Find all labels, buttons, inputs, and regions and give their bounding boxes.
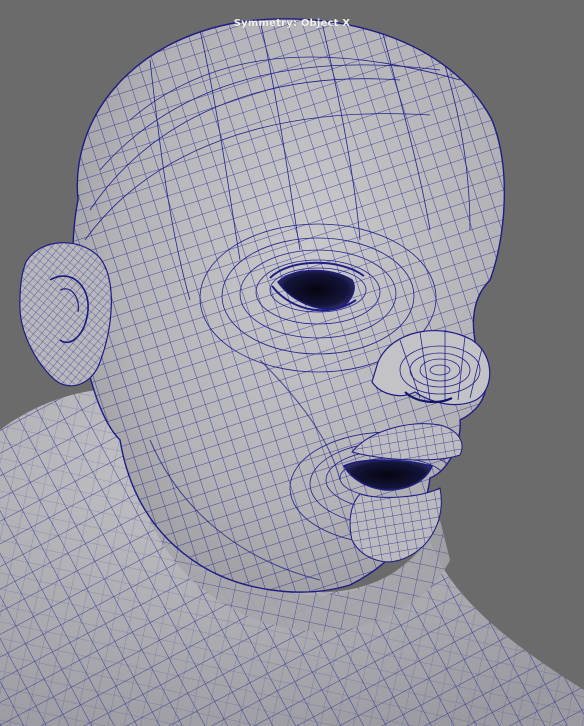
3d-viewport[interactable]: Symmetry: Object X bbox=[0, 0, 584, 726]
head-mesh-wireframe[interactable] bbox=[0, 0, 584, 726]
